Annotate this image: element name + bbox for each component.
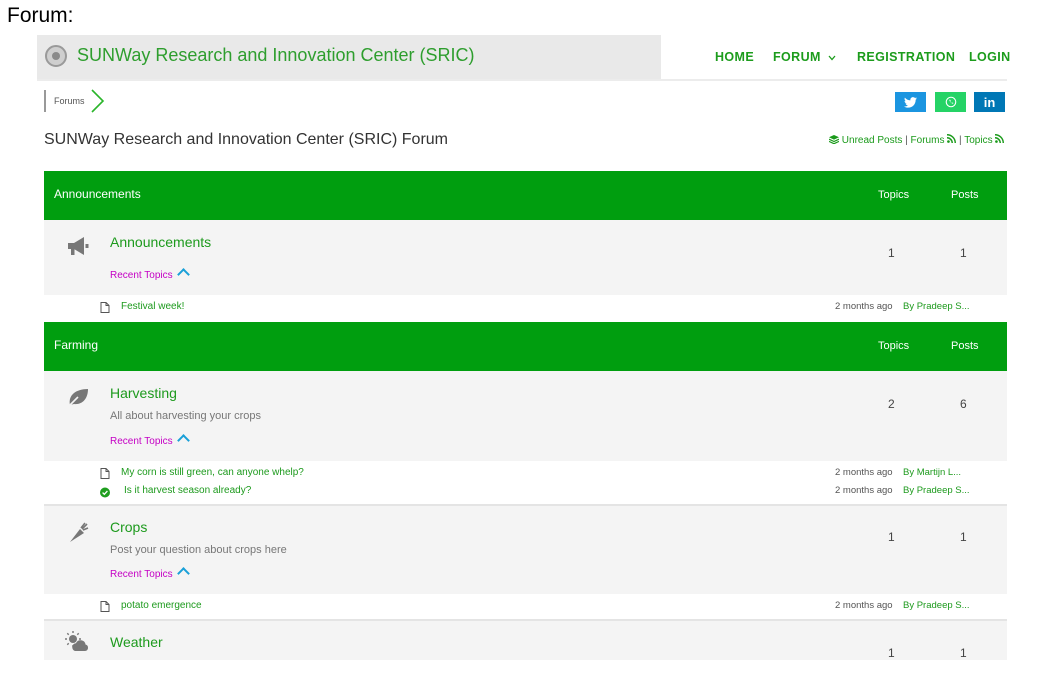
recent-topics-toggle[interactable]: Recent Topics [110, 567, 190, 580]
unread-posts-link[interactable]: Unread Posts [842, 135, 903, 146]
nav-registration[interactable]: REGISTRATION [857, 50, 955, 64]
forum-row-weather: Weather 1 1 [44, 621, 1007, 660]
document-icon [100, 468, 110, 479]
topic-title[interactable]: potato emergence [121, 600, 202, 611]
topic-title[interactable]: Is it harvest season already? [124, 485, 251, 496]
forum-description: Post your question about crops here [110, 544, 287, 556]
megaphone-icon [68, 237, 89, 255]
whatsapp-icon [945, 96, 956, 108]
category-title[interactable]: Announcements [54, 187, 141, 201]
topic-author[interactable]: By Pradeep S... [903, 301, 970, 312]
feed-separator: | [959, 135, 962, 146]
forum-title[interactable]: Announcements [110, 234, 211, 250]
topic-count: 2 [888, 397, 895, 411]
twitter-icon [904, 96, 917, 108]
topic-title[interactable]: My corn is still green, can anyone whelp… [121, 467, 304, 478]
share-twitter-button[interactable] [895, 92, 926, 112]
topic-author[interactable]: By Pradeep S... [903, 600, 970, 611]
breadcrumb[interactable]: Forums [44, 90, 85, 112]
topic-author[interactable]: By Martijn L... [903, 467, 961, 478]
recent-topics-toggle[interactable]: Recent Topics [110, 434, 190, 447]
chevron-up-icon [176, 434, 190, 447]
recent-topics-label: Recent Topics [110, 569, 173, 580]
topic-time: 2 months ago [835, 467, 893, 478]
forum-row-announcements: Announcements Recent Topics 1 1 [44, 220, 1007, 295]
topic-count: 1 [888, 246, 895, 260]
carrot-icon [70, 522, 89, 542]
chevron-up-icon [176, 268, 190, 281]
topic-author[interactable]: By Pradeep S... [903, 485, 970, 496]
forum-title[interactable]: Crops [110, 519, 147, 535]
post-count: 6 [960, 397, 967, 411]
forum-title[interactable]: Weather [110, 634, 163, 650]
post-count: 1 [960, 530, 967, 544]
nav-forum[interactable]: FORUM [773, 50, 836, 64]
category-header-farming: Farming Topics Posts [44, 322, 1007, 371]
page-caption: Forum: [7, 4, 74, 27]
topics-feed-link[interactable]: Topics [964, 135, 992, 146]
chevron-up-icon [176, 567, 190, 580]
forum-row-harvesting: Harvesting All about harvesting your cro… [44, 371, 1007, 461]
document-icon [100, 601, 110, 612]
forum-title[interactable]: Harvesting [110, 385, 177, 401]
recent-topics-label: Recent Topics [110, 436, 173, 447]
topic-time: 2 months ago [835, 301, 893, 312]
category-title[interactable]: Farming [54, 338, 98, 352]
weather-icon [65, 631, 89, 651]
check-circle-icon [100, 487, 110, 498]
feed-links: Unread Posts | Forums | Topics [828, 134, 1005, 146]
layers-icon [828, 135, 840, 145]
site-brand[interactable]: SUNWay Research and Innovation Center (S… [77, 45, 475, 66]
rss-icon [995, 134, 1005, 144]
navbar-divider [37, 79, 1007, 81]
top-navbar: SUNWay Research and Innovation Center (S… [37, 35, 1010, 79]
site-logo[interactable] [45, 45, 67, 67]
post-count: 1 [960, 246, 967, 260]
column-topics: Topics [878, 189, 910, 201]
topic-row: Is it harvest season already? 2 months a… [44, 483, 1007, 501]
document-icon [100, 302, 110, 313]
share-linkedin-button[interactable]: in [974, 92, 1005, 112]
topic-count: 1 [888, 646, 895, 660]
topic-time: 2 months ago [835, 485, 893, 496]
column-posts: Posts [951, 340, 979, 352]
topic-count: 1 [888, 530, 895, 544]
topic-row: Festival week! 2 months ago By Pradeep S… [44, 299, 1007, 317]
share-whatsapp-button[interactable] [935, 92, 966, 112]
topic-row: potato emergence 2 months ago By Pradeep… [44, 598, 1007, 616]
chevron-down-icon [828, 55, 836, 61]
category-header-announcements: Announcements Topics Posts [44, 171, 1007, 220]
topic-title[interactable]: Festival week! [121, 301, 184, 312]
rss-icon [947, 134, 957, 144]
column-posts: Posts [951, 189, 979, 201]
forum-row-crops: Crops Post your question about crops her… [44, 506, 1007, 594]
recent-topics-toggle[interactable]: Recent Topics [110, 268, 190, 281]
recent-topics-label: Recent Topics [110, 270, 173, 281]
nav-forum-label: FORUM [773, 50, 821, 64]
nav-home[interactable]: HOME [715, 50, 754, 64]
breadcrumb-forums[interactable]: Forums [54, 96, 85, 106]
feed-separator: | [905, 135, 908, 146]
breadcrumb-arrow-icon [91, 89, 105, 113]
topic-time: 2 months ago [835, 600, 893, 611]
column-topics: Topics [878, 340, 910, 352]
linkedin-icon: in [983, 94, 996, 110]
topic-row: My corn is still green, can anyone whelp… [44, 465, 1007, 483]
post-count: 1 [960, 646, 967, 660]
nav-login[interactable]: LOGIN [969, 50, 1011, 64]
forums-feed-link[interactable]: Forums [911, 135, 945, 146]
forum-description: All about harvesting your crops [110, 410, 262, 422]
leaf-icon [67, 389, 88, 408]
page-title: SUNWay Research and Innovation Center (S… [44, 131, 448, 148]
